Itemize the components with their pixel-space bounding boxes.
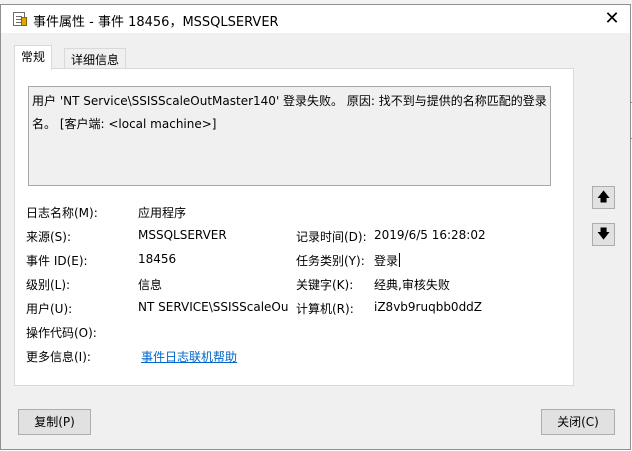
event-log-icon [13,12,27,26]
task-category-label: 任务类别(Y): [296,254,365,268]
arrow-up-icon: 🡅 [596,190,611,205]
user-value: NT SERVICE\SSISScaleOut [138,300,288,314]
event-description[interactable]: 用户 'NT Service\SSISScaleOutMaster140' 登录… [28,86,551,186]
close-button[interactable]: 关闭(C) [541,409,615,435]
copy-button[interactable]: 复制(P) [18,409,91,435]
general-panel: 用户 'NT Service\SSISScaleOutMaster140' 登录… [14,68,574,386]
event-id-label: 事件 ID(E): [26,254,88,268]
keywords-label: 关键字(K): [296,278,354,292]
level-label: 级别(L): [26,278,71,292]
computer-value: iZ8vb9ruqbb0ddZ [374,300,483,314]
level-value: 信息 [138,278,163,292]
keywords-value: 经典,审核失败 [374,278,450,292]
close-icon[interactable]: ✕ [600,7,624,31]
event-log-online-help-link[interactable]: 事件日志联机帮助 [141,348,237,366]
tab-general[interactable]: 常规 [14,45,53,70]
source-label: 来源(S): [26,230,72,244]
task-category-field[interactable]: 登录 [374,252,401,270]
tab-details[interactable]: 详细信息 [64,48,127,69]
source-value: MSSQLSERVER [138,228,227,242]
opcode-label: 操作代码(O): [26,326,97,340]
event-id-value: 18456 [138,252,177,266]
user-label: 用户(U): [26,302,73,316]
arrow-down-icon: 🡇 [596,227,611,242]
window-title: 事件属性 - 事件 18456，MSSQLSERVER [33,15,279,30]
event-properties-dialog: 事件属性 - 事件 18456，MSSQLSERVER ✕ 常规 详细信息 用户… [0,4,631,450]
task-category-value: 登录 [374,254,399,268]
computer-label: 计算机(R): [296,302,354,316]
log-name-value: 应用程序 [138,206,187,220]
title-bar: 事件属性 - 事件 18456，MSSQLSERVER ✕ [1,5,630,33]
logged-value: 2019/6/5 16:28:02 [374,228,486,242]
text-caret [399,253,401,267]
next-event-button[interactable]: 🡇 [592,223,615,246]
more-info-label: 更多信息(I): [26,350,91,364]
logged-label: 记录时间(D): [296,230,367,244]
previous-event-button[interactable]: 🡅 [592,186,615,209]
log-name-label: 日志名称(M): [26,206,98,220]
